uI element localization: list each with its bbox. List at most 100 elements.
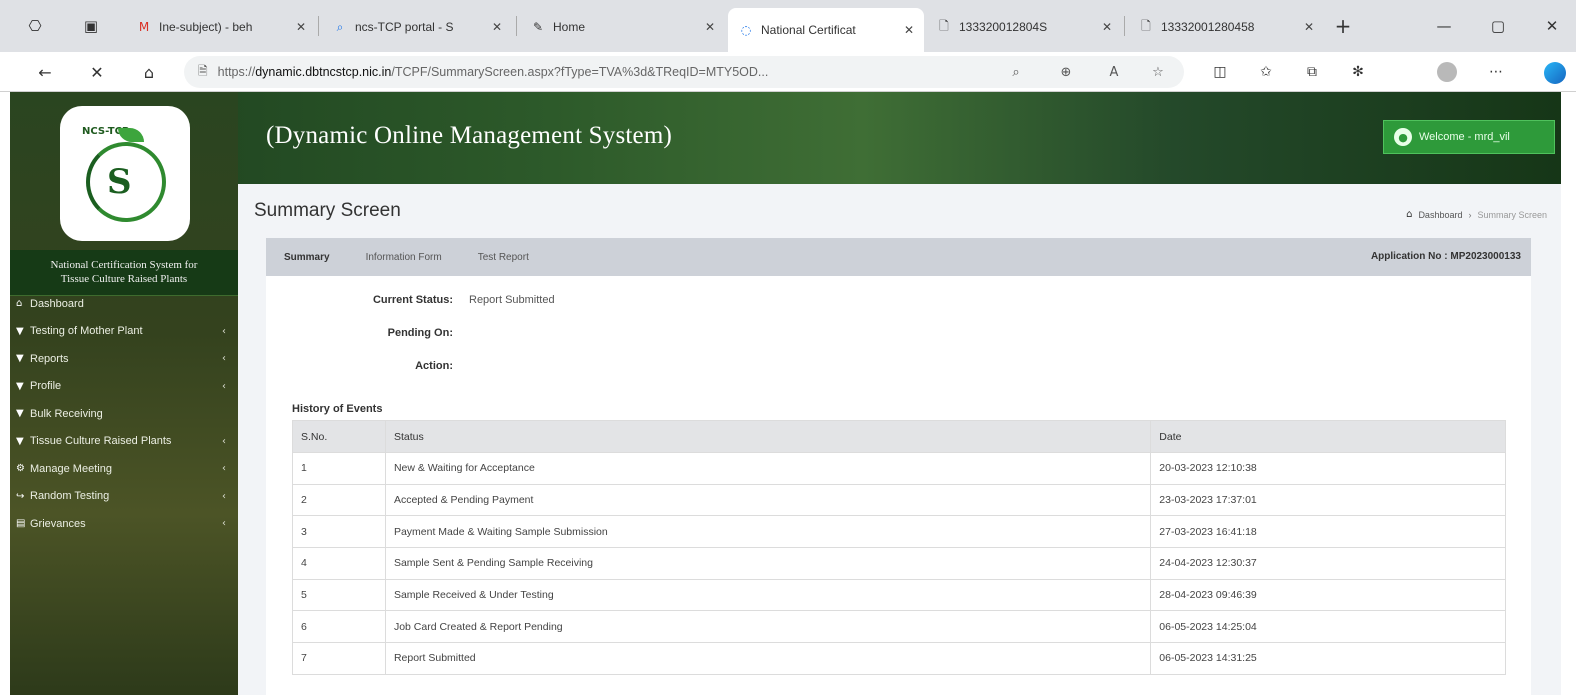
gmail-icon: M [138,20,150,34]
main-content: Summary Screen ⌂ Dashboard › Summary Scr… [238,184,1561,695]
search-icon[interactable]: ⌕ [1006,62,1026,82]
cell-sno: 4 [292,547,386,580]
sidebar-item-dashboard[interactable]: ⌂ Dashboard [10,290,238,318]
sidebar-item-label: Manage Meeting [30,462,112,475]
close-icon[interactable]: ✕ [705,20,715,34]
sidebar-item-random-testing[interactable]: ↪ Random Testing ‹ [10,483,238,511]
breadcrumb-separator: › [1468,209,1472,220]
collections-icon[interactable]: ⧉ [1300,60,1324,84]
table-header-row: S.No. Status Date [292,420,1506,453]
tab-actions-icon[interactable]: ▣ [78,13,104,39]
more-options-icon[interactable]: ⋯ [1484,60,1508,84]
stop-icon[interactable]: ✕ [84,59,110,85]
share-icon: ↪ [16,490,25,502]
sidebar-item-label: Tissue Culture Raised Plants [30,435,172,448]
copilot-icon[interactable] [1544,62,1566,84]
cell-sno: 7 [292,642,386,675]
browser-tab-title: Home [553,20,586,34]
close-icon[interactable]: ✕ [296,20,306,34]
cell-status: Sample Sent & Pending Sample Receiving [384,547,1152,580]
logo-leaf-shape [118,128,144,142]
breadcrumb: ⌂ Dashboard › Summary Screen [1406,209,1547,220]
browser-tab-active[interactable]: ◌ National Certificat ✕ [728,8,924,52]
profile-avatar[interactable] [1437,62,1457,82]
tab-divider [516,16,517,36]
current-status-label: Current Status: [372,294,453,306]
sidebar-item-tissue-culture[interactable]: ▼ Tissue Culture Raised Plants ‹ [10,428,238,456]
sidebar-item-label: Reports [30,352,69,365]
current-status-value: Report Submitted [469,294,555,306]
home-icon[interactable]: ⌂ [136,59,162,85]
maximize-icon[interactable]: ▢ [1478,12,1518,40]
workspaces-icon[interactable]: ⎔ [22,13,48,39]
browser-tab-3[interactable]: ✎ Home ✕ [520,8,725,46]
action-row: Action: [294,360,469,372]
welcome-user-button[interactable]: ● Welcome - mrd_vil [1383,120,1555,154]
sidebar-item-grievances[interactable]: ▤ Grievances ‹ [10,510,238,538]
close-icon[interactable]: ✕ [1102,20,1112,34]
sidebar-item-bulk-receiving[interactable]: ▼ Bulk Receiving [10,400,238,428]
favorite-star-icon[interactable]: ☆ [1148,62,1168,82]
browser-tab-title: ncs-TCP portal - S [355,20,454,34]
close-icon[interactable]: ✕ [1304,20,1314,34]
window-close-icon[interactable]: ✕ [1532,12,1572,40]
current-status-row: Current Status: Report Submitted [294,294,555,306]
url-prefix: https:// [217,65,256,79]
cell-date: 24-04-2023 12:30:37 [1150,547,1506,580]
sidebar-item-testing-mother-plant[interactable]: ▼ Testing of Mother Plant ‹ [10,318,238,346]
browser-tab-2[interactable]: ⌕ ncs-TCP portal - S ✕ [322,8,512,46]
table-row: 7 Report Submitted 06-05-2023 14:31:25 [292,642,1506,675]
sidebar-item-profile[interactable]: ▼ Profile ‹ [10,373,238,401]
close-icon[interactable]: ✕ [904,23,914,37]
browser-tab-6[interactable]: 🗋 13332001280458 ✕ [1128,8,1324,46]
brand-line-1: National Certification System for [50,259,198,271]
sidebar-item-reports[interactable]: ▼ Reports ‹ [10,345,238,373]
cell-date: 06-05-2023 14:31:25 [1150,642,1506,675]
column-header-sno: S.No. [292,420,386,453]
filter-icon: ▼ [16,380,24,392]
tab-information-form[interactable]: Information Form [348,238,460,276]
document-icon: 🗋 [939,18,949,33]
back-icon[interactable]: ← [32,59,58,85]
home-icon: ⌂ [16,298,23,310]
chevron-left-icon: ‹ [222,463,226,475]
chevron-left-icon: ‹ [222,518,226,530]
table-row: 4 Sample Sent & Pending Sample Receiving… [292,547,1506,580]
cell-sno: 2 [292,483,386,517]
chevron-left-icon: ‹ [222,325,226,337]
close-icon[interactable]: ✕ [492,20,502,34]
ncs-tcp-logo: NCS-TCP S [60,106,190,241]
application-number: Application No : MP2023000133 [1370,251,1521,262]
sidebar-item-manage-meeting[interactable]: ⚙ Manage Meeting ‹ [10,455,238,483]
cell-status: Sample Received & Under Testing [384,578,1152,612]
browser-tab-1[interactable]: M Ine-subject) - beh ✕ [126,8,316,46]
tab-summary[interactable]: Summary [266,238,348,276]
cell-sno: 3 [292,515,386,549]
cell-status: Job Card Created & Report Pending [384,610,1152,644]
favorites-icon[interactable]: ✩ [1254,60,1278,84]
new-tab-icon[interactable]: + [1330,13,1356,39]
browser-tab-5[interactable]: 🗋 133320012804S ✕ [926,8,1122,46]
split-screen-icon[interactable]: ◫ [1208,60,1232,84]
table-row: 3 Payment Made & Waiting Sample Submissi… [292,515,1506,549]
zoom-icon[interactable]: ⊕ [1056,62,1076,82]
url-field[interactable]: 🗎 https:// dynamic.dbtncstcp.nic.in /TCP… [184,56,1184,88]
extensions-icon[interactable]: ✻ [1346,60,1370,84]
logo-s-shape: S [107,162,132,202]
action-label: Action: [415,360,453,372]
browser-tab-title: Ine-subject) - beh [159,20,253,34]
tab-test-report[interactable]: Test Report [460,238,547,276]
cell-date: 23-03-2023 17:37:01 [1150,483,1506,517]
browser-tab-title: 133320012804S [959,20,1048,34]
chevron-left-icon: ‹ [222,490,226,502]
table-row: 1 New & Waiting for Acceptance 20-03-202… [292,452,1506,485]
welcome-label: Welcome - mrd_vil [1419,131,1510,143]
minimize-icon[interactable]: — [1424,12,1464,40]
browser-tabstrip: ⎔ ▣ M Ine-subject) - beh ✕ ⌕ ncs-TCP por… [0,0,1576,52]
edit-icon: ✎ [532,20,544,34]
sidebar-item-label: Dashboard [30,297,84,310]
read-aloud-icon[interactable]: A [1104,62,1124,82]
breadcrumb-dashboard-link[interactable]: Dashboard [1418,210,1462,220]
summary-tabbar: Summary Information Form Test Report App… [266,238,1531,276]
page-info-icon: 🗎 [198,63,208,78]
